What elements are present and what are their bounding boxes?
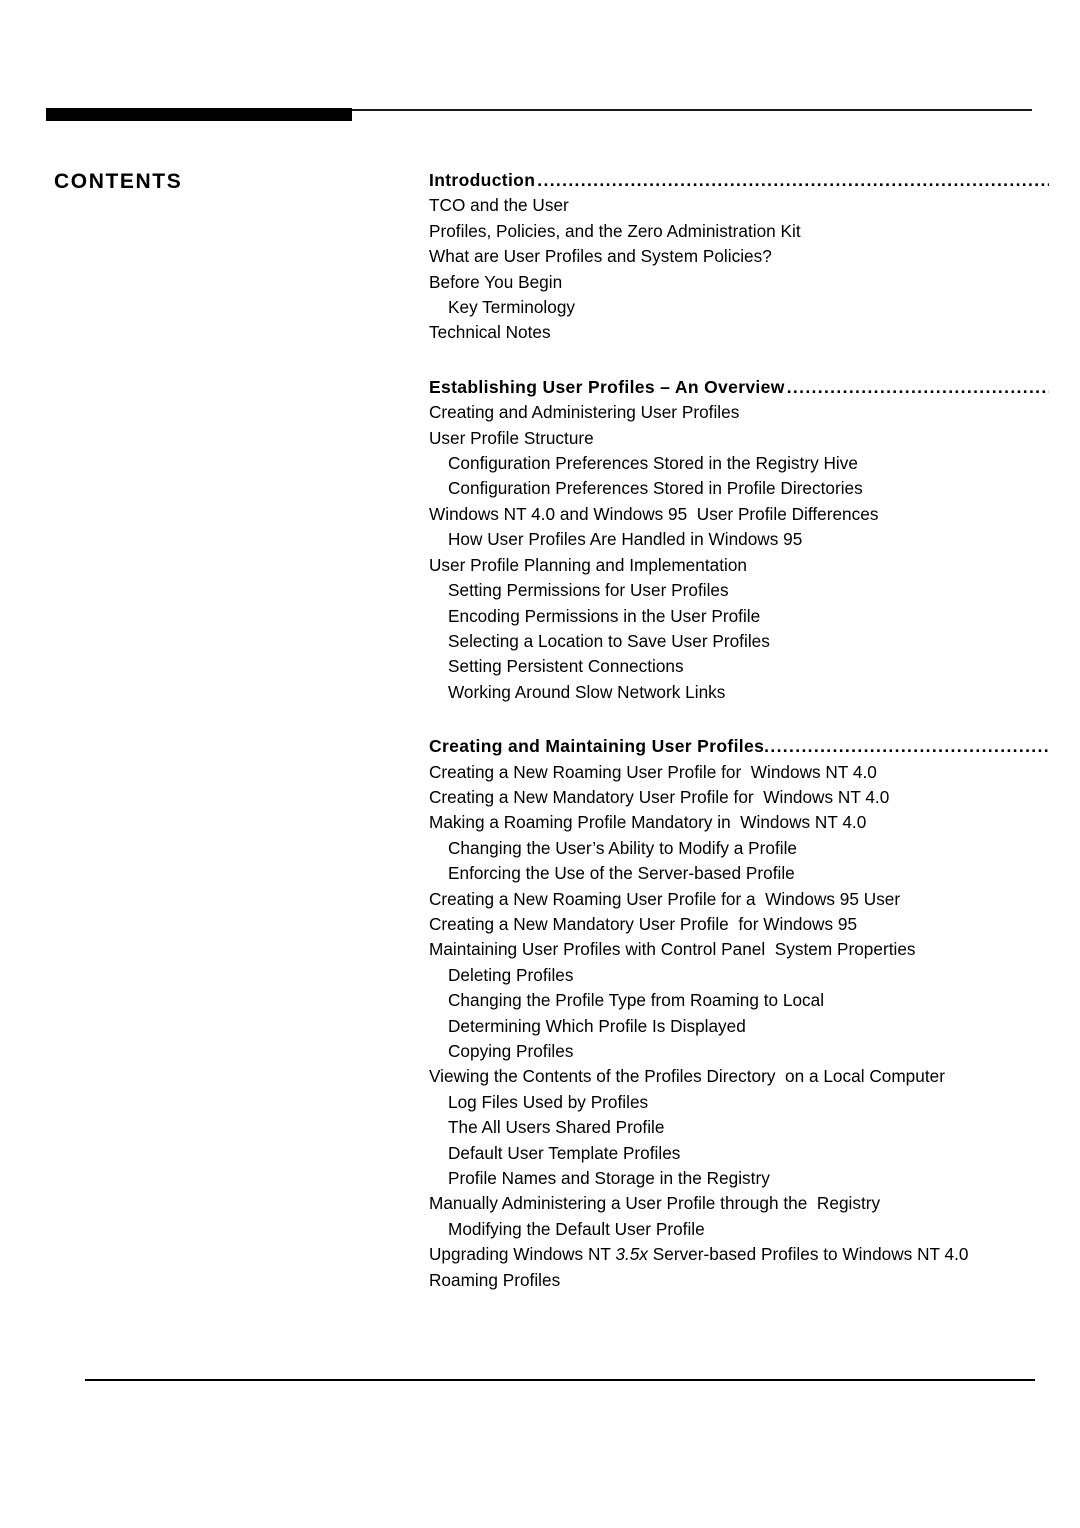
toc-entry[interactable]: Key Terminology <box>429 295 1049 320</box>
toc-entry[interactable]: Creating a New Mandatory User Profile fo… <box>429 912 1049 937</box>
leader-dots: ........................................… <box>537 170 1049 190</box>
toc-section: Introduction............................… <box>429 168 1049 346</box>
toc-section-title: Creating and Maintaining User Profiles <box>429 736 765 757</box>
toc-entry[interactable]: Creating a New Mandatory User Profile fo… <box>429 785 1049 810</box>
toc-entry[interactable]: User Profile Planning and Implementation <box>429 553 1049 578</box>
toc-entry[interactable]: Profiles, Policies, and the Zero Adminis… <box>429 219 1049 244</box>
toc-section: Creating and Maintaining User Profiles..… <box>429 734 1049 1293</box>
page-title: CONTENTS <box>54 170 183 193</box>
toc-section: Establishing User Profiles – An Overview… <box>429 375 1049 705</box>
toc-section-heading[interactable]: Introduction............................… <box>429 168 1049 193</box>
toc-entry[interactable]: Log Files Used by Profiles <box>429 1090 1049 1115</box>
toc-entry[interactable]: Setting Persistent Connections <box>429 654 1049 679</box>
toc-entry[interactable]: Creating and Administering User Profiles <box>429 400 1049 425</box>
toc-entry[interactable]: Manually Administering a User Profile th… <box>429 1191 1049 1216</box>
toc-entry[interactable]: Enforcing the Use of the Server-based Pr… <box>429 861 1049 886</box>
toc-entry[interactable]: Changing the Profile Type from Roaming t… <box>429 988 1049 1013</box>
toc-entry[interactable]: Modifying the Default User Profile <box>429 1217 1049 1242</box>
toc-entry[interactable]: Configuration Preferences Stored in the … <box>429 451 1049 476</box>
toc-entry[interactable]: Technical Notes <box>429 320 1049 345</box>
toc-entry[interactable]: How User Profiles Are Handled in Windows… <box>429 527 1049 552</box>
document-page: CONTENTS Introduction...................… <box>0 0 1080 1528</box>
leader-dots: ........................................… <box>764 736 1049 757</box>
header-black-bar <box>46 108 352 121</box>
toc-entry[interactable]: Determining Which Profile Is Displayed <box>429 1014 1049 1039</box>
header-horizontal-rule <box>352 109 1032 111</box>
toc-entry[interactable]: Windows NT 4.0 and Windows 95 User Profi… <box>429 502 1049 527</box>
toc-section-title: Establishing User Profiles – An Overview <box>429 376 785 397</box>
toc-section-heading[interactable]: Creating and Maintaining User Profiles..… <box>429 734 1049 759</box>
toc-entry[interactable]: TCO and the User <box>429 193 1049 218</box>
toc-entry-label-cont: Server-based Profiles to Windows NT 4.0 <box>647 1244 969 1265</box>
toc-entry[interactable]: Default User Template Profiles <box>429 1141 1049 1166</box>
toc-entry[interactable]: Encoding Permissions in the User Profile <box>429 604 1049 629</box>
toc-entry[interactable]: Configuration Preferences Stored in Prof… <box>429 476 1049 501</box>
leader-dots: ........................................… <box>786 376 1049 397</box>
toc-entry[interactable]: Maintaining User Profiles with Control P… <box>429 937 1049 962</box>
toc-entry[interactable]: What are User Profiles and System Polici… <box>429 244 1049 269</box>
toc-entry[interactable]: Deleting Profiles <box>429 963 1049 988</box>
footer-horizontal-rule <box>85 1379 1035 1381</box>
toc-entry[interactable]: Creating a New Roaming User Profile for … <box>429 760 1049 785</box>
toc-entry[interactable]: Creating a New Roaming User Profile for … <box>429 887 1049 912</box>
toc-entry[interactable]: The All Users Shared Profile <box>429 1115 1049 1140</box>
toc-entry[interactable]: Profile Names and Storage in the Registr… <box>429 1166 1049 1191</box>
toc-section-heading[interactable]: Establishing User Profiles – An Overview… <box>429 375 1049 400</box>
toc-entry[interactable]: Copying Profiles <box>429 1039 1049 1064</box>
toc-entry[interactable]: Viewing the Contents of the Profiles Dir… <box>429 1064 1049 1089</box>
toc-entry[interactable]: Setting Permissions for User Profiles <box>429 578 1049 603</box>
toc-section-title: Introduction <box>429 170 536 190</box>
table-of-contents: Introduction............................… <box>429 168 1049 1293</box>
toc-entry[interactable]: Making a Roaming Profile Mandatory in Wi… <box>429 810 1049 835</box>
toc-entry[interactable]: Roaming Profiles <box>429 1268 1049 1293</box>
toc-entry[interactable]: User Profile Structure <box>429 426 1049 451</box>
toc-entry-label: Upgrading Windows NT <box>429 1244 616 1265</box>
toc-entry[interactable]: Changing the User’s Ability to Modify a … <box>429 836 1049 861</box>
toc-entry[interactable]: Before You Begin <box>429 270 1049 295</box>
toc-entry-emphasis: 3.5x <box>615 1244 648 1265</box>
toc-entry[interactable]: Upgrading Windows NT 3.5x Server-based P… <box>429 1242 1049 1267</box>
toc-entry[interactable]: Working Around Slow Network Links <box>429 680 1049 705</box>
toc-entry[interactable]: Selecting a Location to Save User Profil… <box>429 629 1049 654</box>
